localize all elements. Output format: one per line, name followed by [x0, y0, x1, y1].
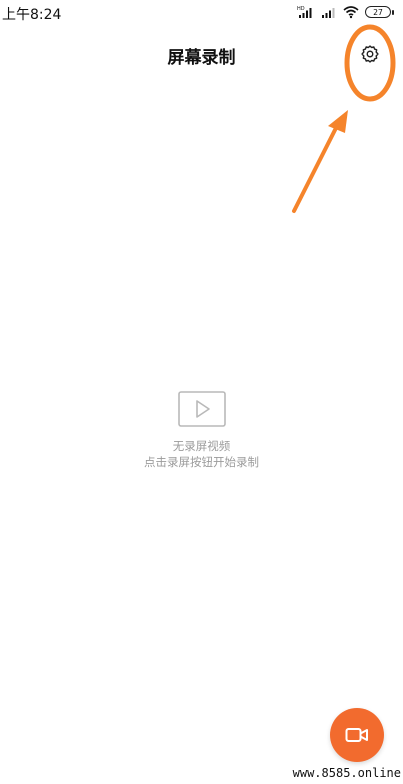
battery-level: 27: [373, 7, 383, 17]
signal-hd-icon: HD: [297, 6, 312, 18]
watermark: www.8585.online: [292, 766, 401, 780]
header: 屏幕录制: [0, 38, 403, 72]
video-camera-icon: [345, 728, 368, 742]
gear-icon: [361, 45, 379, 63]
battery-icon: 27: [365, 6, 394, 18]
annotation-arrow-head: [328, 110, 348, 133]
empty-state: 无录屏视频 点击录屏按钮开始录制: [0, 390, 403, 470]
video-play-icon: [177, 391, 226, 427]
record-button[interactable]: [330, 708, 384, 762]
empty-title: 无录屏视频: [172, 439, 231, 453]
annotation-arrow-shaft: [292, 120, 341, 213]
hd-badge: HD: [297, 6, 305, 12]
empty-hint: 点击录屏按钮开始录制: [144, 455, 259, 469]
settings-button[interactable]: [358, 42, 382, 66]
wifi-icon: [343, 6, 359, 19]
status-time: 上午8:24: [2, 7, 62, 23]
status-bar: 上午8:24 HD 27: [0, 0, 403, 26]
page-title: 屏幕录制: [167, 48, 236, 68]
status-icons: HD 27: [297, 3, 394, 21]
signal-icon: [322, 8, 335, 18]
